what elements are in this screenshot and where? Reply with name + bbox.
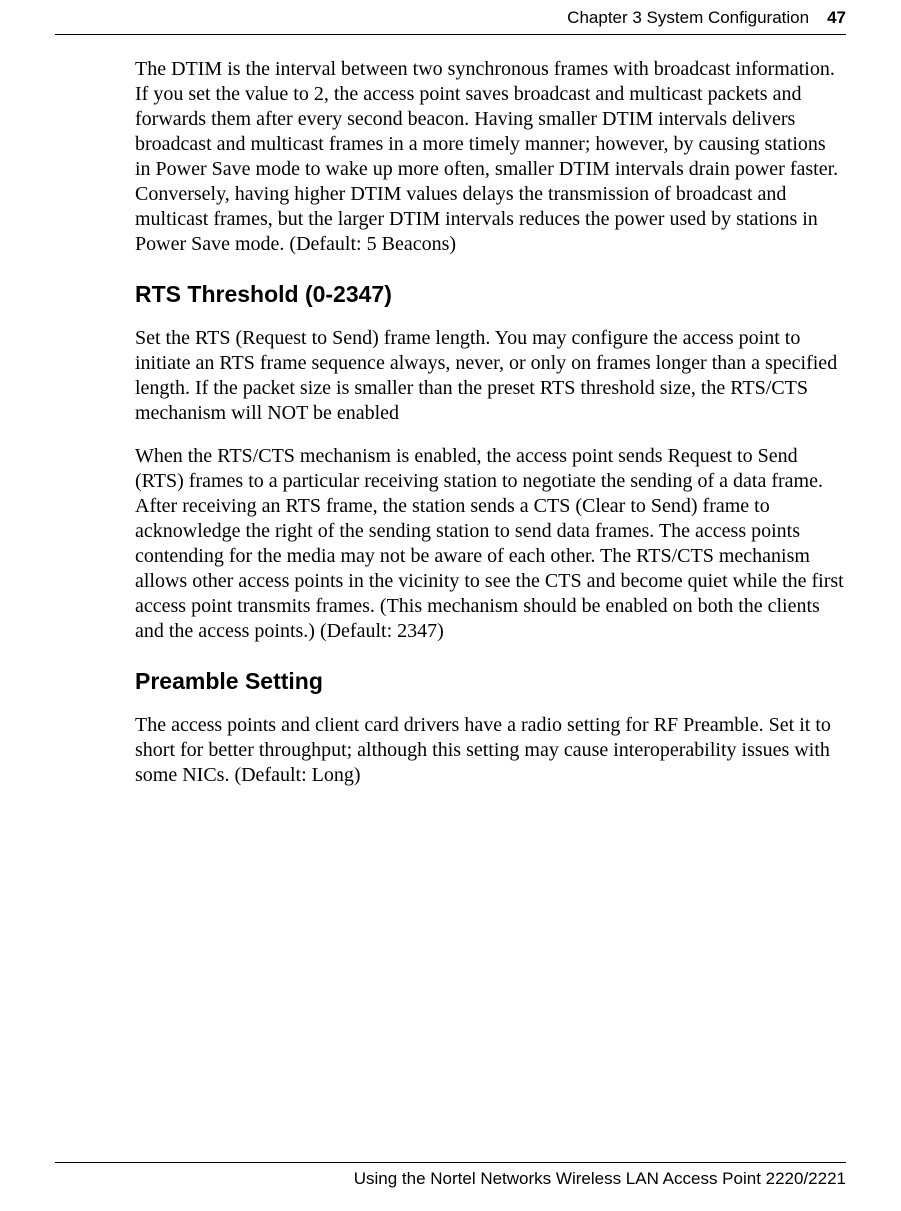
page-header: Chapter 3 System Configuration 47 (55, 0, 846, 35)
page-number: 47 (827, 8, 846, 28)
page-footer: Using the Nortel Networks Wireless LAN A… (55, 1162, 846, 1189)
rts-paragraph-2: When the RTS/CTS mechanism is enabled, t… (135, 444, 846, 644)
rts-paragraph-1: Set the RTS (Request to Send) frame leng… (135, 326, 846, 426)
preamble-heading: Preamble Setting (135, 668, 846, 695)
footer-text: Using the Nortel Networks Wireless LAN A… (354, 1169, 846, 1188)
preamble-paragraph: The access points and client card driver… (135, 713, 846, 788)
rts-threshold-heading: RTS Threshold (0-2347) (135, 281, 846, 308)
dtim-paragraph: The DTIM is the interval between two syn… (135, 57, 846, 257)
page: Chapter 3 System Configuration 47 The DT… (0, 0, 901, 1211)
chapter-title: Chapter 3 System Configuration (567, 8, 809, 28)
page-content: The DTIM is the interval between two syn… (55, 35, 846, 788)
